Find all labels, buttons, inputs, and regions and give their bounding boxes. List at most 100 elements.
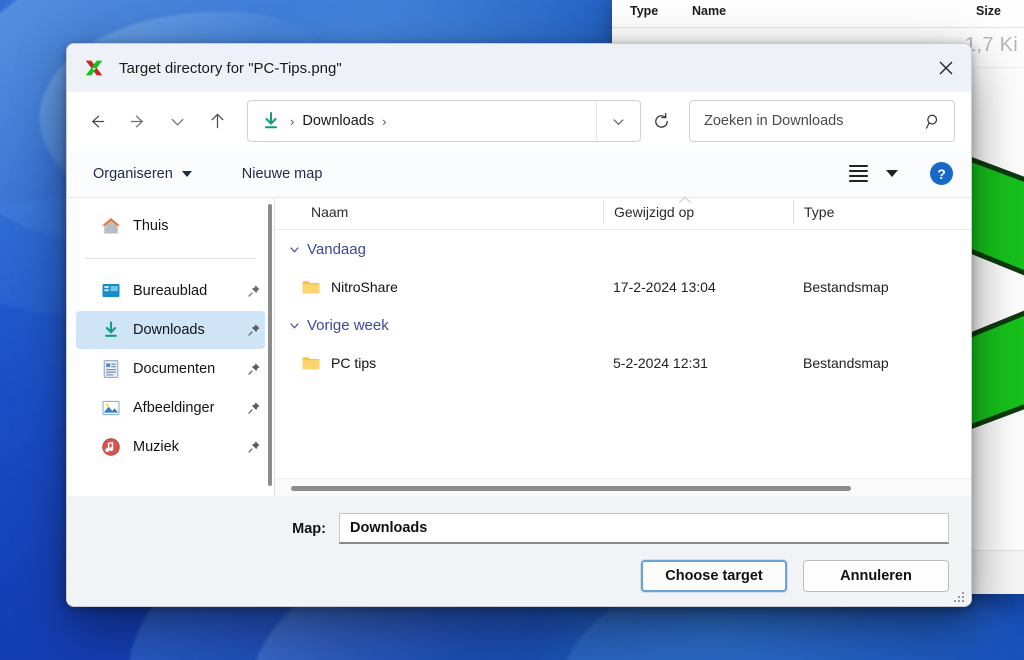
row-name: PC tips	[331, 355, 377, 371]
column-header-label: Type	[804, 204, 835, 220]
folder-field-row: Map: Downloads	[67, 496, 971, 544]
folder-icon	[302, 357, 320, 370]
dialog-titlebar[interactable]: Target directory for "PC-Tips.png"	[67, 44, 971, 92]
column-header-naam[interactable]: Naam	[275, 200, 603, 224]
cancel-button[interactable]: Annuleren	[803, 560, 949, 592]
pin-icon[interactable]	[247, 401, 261, 415]
pin-icon[interactable]	[247, 284, 261, 298]
arrow-right-icon	[130, 114, 143, 128]
sidebar-item-afbeeldingen[interactable]: Afbeeldinger	[76, 389, 265, 427]
pin-icon[interactable]	[247, 323, 261, 337]
file-list-column-headers: Naam Gewijzigd op Type	[275, 196, 971, 230]
refresh-button[interactable]	[641, 104, 681, 138]
sidebar-item-bureaublad[interactable]: Bureaublad	[76, 272, 265, 310]
resize-grip[interactable]	[954, 592, 966, 604]
target-directory-dialog[interactable]: Target directory for "PC-Tips.png" › Dow…	[66, 43, 972, 607]
chevron-down-icon[interactable]	[886, 170, 898, 177]
group-header-vorige-week[interactable]: Vorige week	[275, 306, 971, 344]
group-label: Vandaag	[307, 240, 366, 258]
breadcrumb-separator[interactable]: ›	[382, 114, 386, 129]
sidebar-scrollbar[interactable]	[268, 204, 272, 486]
search-input[interactable]	[690, 113, 912, 129]
dialog-button-row: Choose target Annuleren	[641, 560, 949, 592]
breadcrumb-downloads[interactable]: Downloads	[302, 113, 374, 129]
sidebar-item-downloads[interactable]: Downloads	[76, 311, 265, 349]
close-glyph	[939, 61, 953, 75]
arrow-up-icon	[210, 113, 224, 128]
bg-size-value: 1,7 Ki	[965, 34, 1018, 56]
horizontal-scrollbar[interactable]	[275, 478, 971, 496]
new-folder-label: Nieuwe map	[241, 165, 323, 182]
help-label: ?	[937, 165, 946, 182]
folder-name-value: Downloads	[350, 520, 428, 536]
dialog-title: Target directory for "PC-Tips.png"	[119, 59, 342, 77]
row-modified: 17-2-2024 13:04	[613, 279, 716, 295]
cancel-label: Annuleren	[840, 568, 912, 584]
downloads-icon	[105, 321, 117, 337]
chevron-down-icon	[170, 118, 184, 126]
sidebar-item-label: Bureaublad	[133, 283, 208, 299]
help-button[interactable]: ?	[930, 162, 953, 185]
sidebar-item-thuis[interactable]: Thuis	[76, 207, 265, 245]
chevron-down-icon[interactable]	[283, 319, 305, 332]
forward-button[interactable]	[117, 104, 157, 138]
group-header-vandaag[interactable]: Vandaag	[275, 230, 971, 268]
address-bar[interactable]: › Downloads ›	[247, 100, 641, 142]
table-row[interactable]: PC tips 5-2-2024 12:31 Bestandsmap	[275, 344, 971, 382]
magnifier-glyph	[925, 114, 937, 129]
chevron-down-icon[interactable]	[283, 243, 305, 256]
close-icon[interactable]	[921, 44, 971, 92]
address-history-dropdown[interactable]	[596, 101, 640, 141]
navigation-bar[interactable]: › Downloads ›	[67, 92, 971, 150]
music-icon	[102, 438, 120, 456]
horizontal-scrollbar-thumb[interactable]	[291, 486, 851, 491]
refresh-icon	[654, 112, 668, 128]
back-button[interactable]	[77, 104, 117, 138]
chevron-down-glyph	[289, 322, 299, 329]
chevron-down-icon	[613, 118, 624, 125]
table-row[interactable]: NitroShare 17-2-2024 13:04 Bestandsmap	[275, 268, 971, 306]
bg-column-type[interactable]: Type	[630, 4, 692, 18]
folder-field-label: Map:	[292, 520, 326, 537]
sidebar-item-documenten[interactable]: Documenten	[76, 350, 265, 388]
row-name-cell: PC tips	[275, 355, 603, 371]
downloads-arrow-icon	[265, 112, 277, 129]
command-toolbar[interactable]: Organiseren Nieuwe map ?	[67, 150, 971, 198]
chevron-up-icon	[678, 196, 692, 203]
desktop-icon	[102, 284, 120, 297]
column-header-label: Naam	[311, 204, 349, 220]
new-folder-button[interactable]: Nieuwe map	[234, 161, 331, 187]
nitroshare-x-icon	[85, 60, 103, 76]
pin-icon[interactable]	[247, 440, 261, 454]
pin-icon[interactable]	[247, 362, 261, 376]
chevron-down-icon	[181, 170, 192, 177]
recent-locations-button[interactable]	[157, 104, 197, 138]
bg-column-size[interactable]: Size	[976, 4, 1024, 18]
sidebar-item-muziek[interactable]: Muziek	[76, 428, 265, 466]
bg-column-name[interactable]: Name	[692, 4, 976, 18]
navigation-sidebar[interactable]: Thuis Bureaublad Downloads Documenten Af…	[67, 198, 274, 496]
column-header-gewijzigd-op[interactable]: Gewijzigd op	[603, 196, 793, 224]
choose-target-button[interactable]: Choose target	[641, 560, 787, 592]
home-icon	[102, 218, 120, 234]
group-label: Vorige week	[307, 316, 389, 334]
file-list-pane[interactable]: Naam Gewijzigd op Type Vandaag NitroShar…	[275, 196, 971, 496]
search-icon[interactable]	[912, 113, 954, 130]
column-header-type[interactable]: Type	[793, 200, 943, 224]
dialog-footer: Map: Downloads Choose target Annuleren	[67, 496, 971, 606]
search-box[interactable]	[689, 100, 955, 142]
row-modified: 5-2-2024 12:31	[613, 355, 708, 371]
folder-name-input[interactable]: Downloads	[339, 513, 949, 544]
organize-menu-button[interactable]: Organiseren	[85, 161, 200, 187]
arrow-left-icon	[91, 114, 104, 128]
documents-icon	[103, 360, 119, 378]
list-view-icon[interactable]	[849, 164, 868, 183]
up-button[interactable]	[197, 104, 237, 138]
toolbar-right-group[interactable]: ?	[849, 162, 953, 185]
organize-label: Organiseren	[93, 165, 173, 182]
sidebar-item-label: Afbeeldinger	[133, 400, 215, 416]
row-type: Bestandsmap	[803, 355, 889, 371]
sidebar-divider	[85, 258, 256, 259]
chevron-down-glyph	[289, 246, 299, 253]
sidebar-item-label: Downloads	[133, 322, 205, 338]
